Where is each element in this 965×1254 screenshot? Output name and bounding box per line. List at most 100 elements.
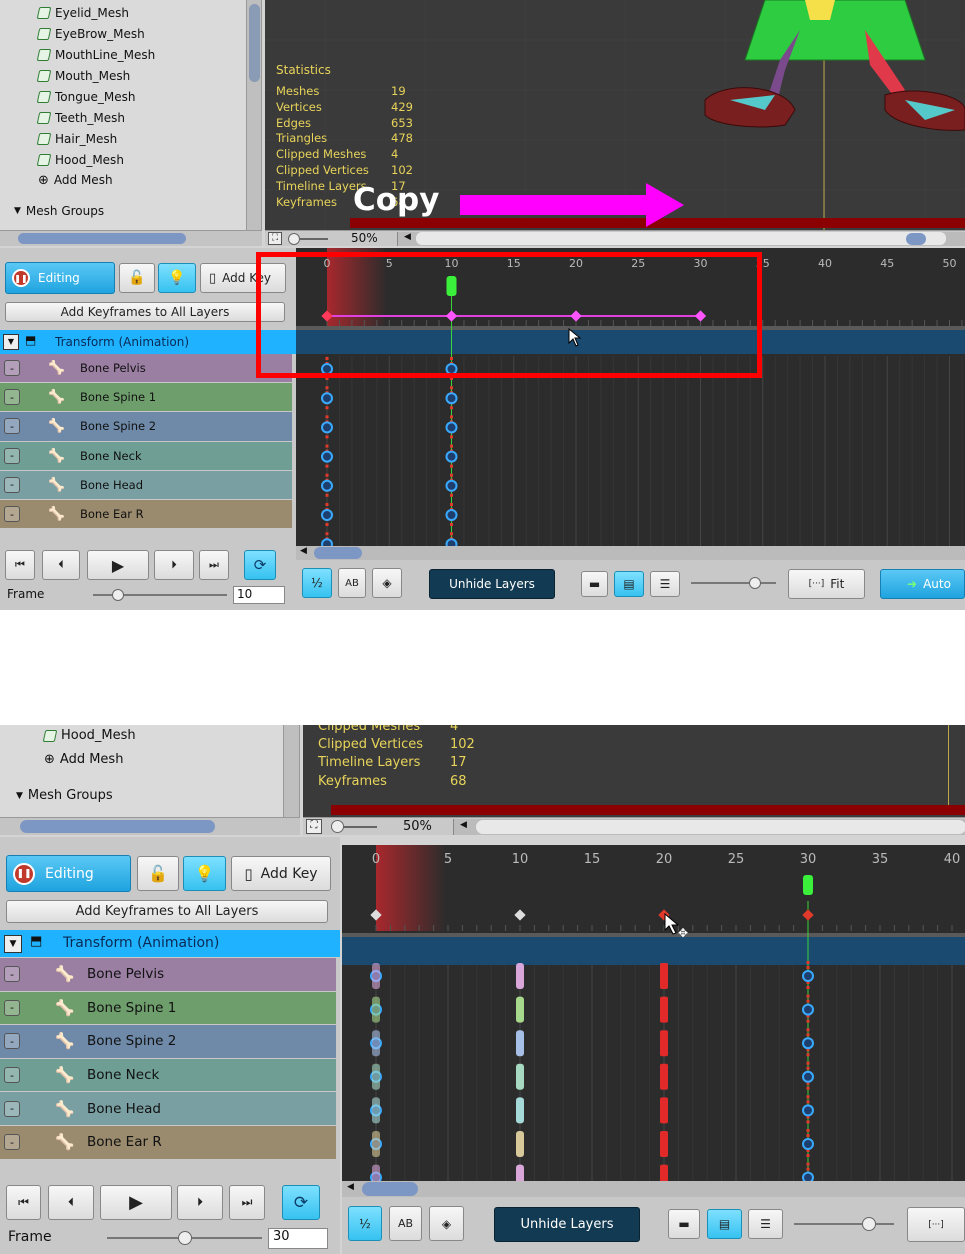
add-key-button[interactable]: ▯ Add Key bbox=[231, 856, 331, 891]
first-frame-button[interactable]: ⏮ bbox=[6, 1185, 41, 1220]
scroll-thumb[interactable] bbox=[249, 4, 260, 82]
bone-layer-row[interactable]: - 🦴 Bone Spine 2 bbox=[0, 1025, 336, 1058]
timeline-zoom-slider[interactable] bbox=[691, 582, 776, 584]
collapse-button[interactable]: - bbox=[4, 476, 20, 493]
hierarchy-vscroll[interactable] bbox=[246, 0, 261, 230]
zoom-slider-knob[interactable] bbox=[331, 820, 344, 833]
next-frame-button[interactable]: ⏵ bbox=[177, 1185, 223, 1220]
collapse-button[interactable]: - bbox=[4, 966, 20, 983]
bone-layer-row[interactable]: - 🦴 Bone Spine 2 bbox=[0, 412, 292, 441]
play-button[interactable]: ▶ bbox=[87, 550, 149, 580]
mesh-item[interactable]: MouthLine_Mesh bbox=[36, 48, 155, 62]
last-frame-button[interactable]: ⏭ bbox=[229, 1185, 265, 1220]
timeline-zoom-knob[interactable] bbox=[749, 577, 761, 589]
last-frame-button[interactable]: ⏭ bbox=[199, 550, 229, 580]
collapse-button[interactable]: - bbox=[4, 999, 20, 1016]
editing-button[interactable]: ❚❚ Editing bbox=[6, 855, 131, 892]
collapse-icon[interactable]: ▼ bbox=[4, 935, 22, 953]
scroll-thumb[interactable] bbox=[20, 820, 215, 833]
timeline-canvas[interactable] bbox=[342, 845, 965, 1181]
scroll-thumb[interactable] bbox=[906, 233, 926, 245]
collapse-button[interactable]: - bbox=[4, 418, 20, 435]
fit-button[interactable]: [···] bbox=[907, 1207, 965, 1242]
bone-layer-row[interactable]: - 🦴 Bone Neck bbox=[0, 441, 292, 470]
scroll-thumb[interactable] bbox=[314, 547, 362, 559]
play-button[interactable]: ▶ bbox=[100, 1185, 172, 1220]
bone-lock-button[interactable]: 🔓 bbox=[137, 856, 179, 891]
mesh-item[interactable]: Tongue_Mesh bbox=[36, 90, 135, 104]
collapse-button[interactable]: - bbox=[4, 360, 20, 377]
transform-layer-row[interactable]: ▼ ⬒ Transform (Animation) bbox=[0, 930, 340, 957]
row-size-large-button[interactable]: ☰ bbox=[748, 1209, 783, 1239]
frame-slider-knob[interactable] bbox=[178, 1231, 192, 1245]
loop-button[interactable]: ⟳ bbox=[244, 550, 276, 580]
fit-button[interactable]: [···] Fit bbox=[788, 569, 865, 599]
timeline-zoom-slider[interactable] bbox=[794, 1223, 894, 1225]
bone-layer-row[interactable]: - 🦴 Bone Spine 1 bbox=[0, 991, 336, 1025]
next-frame-button[interactable]: ⏵ bbox=[154, 550, 194, 580]
transform-layer-row[interactable]: ▼ ⬒ Transform (Animation) bbox=[0, 330, 296, 354]
mesh-item[interactable]: Eyelid_Mesh bbox=[36, 6, 129, 20]
editing-button[interactable]: ❚❚ Editing bbox=[5, 262, 115, 294]
collapse-button[interactable]: - bbox=[4, 389, 20, 406]
frame-slider-knob[interactable] bbox=[112, 589, 124, 601]
layers-button[interactable]: ◈ bbox=[372, 568, 402, 598]
scroll-left-icon[interactable]: ◀ bbox=[404, 232, 411, 242]
sort-alpha-button[interactable]: AB bbox=[389, 1206, 422, 1241]
frame-input[interactable]: 30 bbox=[268, 1228, 328, 1249]
prev-frame-button[interactable]: ⏴ bbox=[42, 550, 80, 580]
timeline-zoom-knob[interactable] bbox=[862, 1217, 876, 1231]
viewport-hscroll[interactable]: ◀ bbox=[397, 232, 965, 246]
bone-layer-row[interactable]: - 🦴 Bone Head bbox=[0, 1092, 336, 1125]
hierarchy-vscroll[interactable] bbox=[283, 725, 299, 817]
mesh-groups-header[interactable]: ▼ Mesh Groups bbox=[16, 788, 113, 803]
bone-layer-row[interactable]: - 🦴 Bone Spine 1 bbox=[0, 383, 292, 412]
sort-alpha-button[interactable]: AB bbox=[338, 568, 366, 598]
hierarchy-hscroll[interactable] bbox=[0, 230, 262, 246]
scene-viewport[interactable]: Clipped Meshes 4 Clipped Vertices 102 Timeli… bbox=[303, 725, 965, 817]
row-size-medium-button[interactable]: ▤ bbox=[614, 571, 644, 597]
zoom-slider-knob[interactable] bbox=[288, 233, 300, 245]
viewport-hscroll[interactable]: ◀ bbox=[453, 819, 965, 835]
mesh-item[interactable]: Hair_Mesh bbox=[36, 132, 117, 146]
add-mesh-item[interactable]: ⊕ Add Mesh bbox=[38, 173, 113, 187]
auto-scroll-button[interactable]: ➜ Auto bbox=[880, 569, 965, 599]
loop-button[interactable]: ⟳ bbox=[282, 1185, 320, 1220]
frame-input[interactable]: 10 bbox=[233, 586, 285, 604]
row-size-medium-button[interactable]: ▤ bbox=[707, 1209, 742, 1239]
light-lock-button[interactable]: 💡 bbox=[183, 856, 226, 891]
numbering-button[interactable]: ½ bbox=[302, 568, 332, 598]
scroll-left-icon[interactable]: ◀ bbox=[300, 546, 307, 556]
bone-layer-row[interactable]: - 🦴 Bone Ear R bbox=[0, 1126, 336, 1159]
numbering-button[interactable]: ½ bbox=[348, 1206, 382, 1241]
row-size-small-button[interactable]: ▬ bbox=[668, 1209, 700, 1239]
scroll-thumb[interactable] bbox=[18, 233, 186, 244]
timeline-hscroll[interactable]: ◀ bbox=[296, 546, 965, 560]
collapse-button[interactable]: - bbox=[4, 1100, 20, 1117]
collapse-icon[interactable]: ▼ bbox=[3, 334, 19, 350]
mesh-item[interactable]: EyeBrow_Mesh bbox=[36, 27, 145, 41]
collapse-button[interactable]: - bbox=[4, 1067, 20, 1084]
row-size-large-button[interactable]: ☰ bbox=[650, 571, 680, 597]
collapse-button[interactable]: - bbox=[4, 1033, 20, 1050]
bone-layer-row[interactable]: - 🦴 Bone Pelvis bbox=[0, 354, 292, 383]
hierarchy-hscroll[interactable] bbox=[0, 817, 300, 835]
collapse-button[interactable]: - bbox=[4, 506, 20, 523]
unhide-layers-button[interactable]: Unhide Layers bbox=[494, 1207, 640, 1242]
mesh-item[interactable]: Teeth_Mesh bbox=[36, 111, 125, 125]
row-size-small-button[interactable]: ▬ bbox=[581, 571, 608, 597]
add-keyframes-all-button[interactable]: Add Keyframes to All Layers bbox=[6, 900, 328, 923]
scene-viewport[interactable]: Statistics Meshes 19 Vertices 429 Edges 653 Tr… bbox=[265, 0, 965, 230]
mesh-groups-header[interactable]: ▼ Mesh Groups bbox=[14, 204, 104, 218]
bone-layer-row[interactable]: - 🦴 Bone Pelvis bbox=[0, 958, 336, 991]
bone-layer-row[interactable]: - 🦴 Bone Ear R bbox=[0, 500, 292, 529]
collapse-button[interactable]: - bbox=[4, 1134, 20, 1151]
collapse-button[interactable]: - bbox=[4, 447, 20, 464]
add-mesh-item[interactable]: ⊕ Add Mesh bbox=[44, 752, 123, 767]
prev-frame-button[interactable]: ⏴ bbox=[48, 1185, 94, 1220]
unhide-layers-button[interactable]: Unhide Layers bbox=[429, 569, 555, 599]
scroll-left-icon[interactable]: ◀ bbox=[347, 1182, 354, 1192]
timeline-panel[interactable]: 0 5 10 15 20 25 30 35 40 bbox=[342, 845, 965, 1181]
fit-view-icon[interactable]: ⛶ bbox=[306, 819, 322, 834]
bone-layer-row[interactable]: - 🦴 Bone Head bbox=[0, 470, 292, 499]
